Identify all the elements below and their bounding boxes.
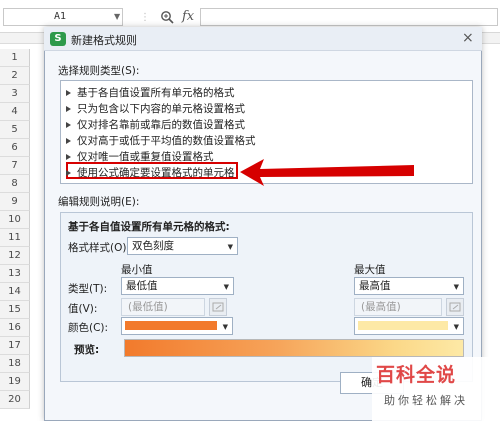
rule-type-item-label: 只为包含以下内容的单元格设置格式 bbox=[77, 103, 245, 115]
range-picker-icon bbox=[212, 302, 224, 312]
row-header[interactable]: 6 bbox=[0, 139, 30, 157]
rule-type-item[interactable]: 仅对排名靠前或靠后的数值设置格式 bbox=[66, 117, 245, 133]
row-header[interactable]: 13 bbox=[0, 265, 30, 283]
chevron-down-icon: ▼ bbox=[453, 323, 459, 331]
max-color-swatch bbox=[358, 321, 448, 330]
zoom-icon[interactable] bbox=[160, 10, 174, 24]
min-color-select[interactable]: ▼ bbox=[121, 317, 233, 335]
annotation-arrow-icon bbox=[240, 159, 414, 186]
row-header[interactable]: 17 bbox=[0, 337, 30, 355]
row-header[interactable]: 1 bbox=[0, 49, 30, 67]
row-header[interactable]: 4 bbox=[0, 103, 30, 121]
formula-input[interactable] bbox=[200, 8, 498, 26]
format-style-label: 格式样式(O): bbox=[68, 242, 130, 254]
color-label: 颜色(C): bbox=[68, 322, 109, 334]
watermark-subtitle: 助你轻松解决 bbox=[384, 394, 468, 407]
row-header[interactable]: 16 bbox=[0, 319, 30, 337]
rule-type-item-label: 仅对高于或低于平均值的数值设置格式 bbox=[77, 135, 256, 147]
edit-rule-heading: 基于各自值设置所有单元格的格式: bbox=[68, 221, 230, 233]
watermark-title: 百科全说 bbox=[376, 364, 457, 386]
toolbar-separator: ⋮ bbox=[140, 12, 150, 23]
row-header[interactable]: 19 bbox=[0, 373, 30, 391]
chevron-down-icon: ▼ bbox=[453, 283, 459, 291]
format-style-select[interactable]: 双色刻度 ▼ bbox=[127, 237, 238, 255]
triangle-right-icon bbox=[66, 106, 71, 112]
row-header[interactable]: 5 bbox=[0, 121, 30, 139]
triangle-right-icon bbox=[66, 170, 71, 176]
name-box-value: A1 bbox=[54, 11, 67, 22]
rule-type-item-label: 使用公式确定要设置格式的单元格 bbox=[77, 167, 235, 179]
edit-rule-label: 编辑规则说明(E): bbox=[58, 196, 140, 208]
max-value-picker-button[interactable] bbox=[446, 298, 464, 316]
chevron-down-icon: ▼ bbox=[222, 323, 228, 331]
rule-type-item[interactable]: 只为包含以下内容的单元格设置格式 bbox=[66, 101, 245, 117]
rule-type-item-formula[interactable]: 使用公式确定要设置格式的单元格 bbox=[66, 165, 235, 181]
row-header[interactable]: 9 bbox=[0, 193, 30, 211]
min-type-value: 最低值 bbox=[126, 280, 158, 292]
row-header[interactable]: 11 bbox=[0, 229, 30, 247]
min-type-select[interactable]: 最低值 ▼ bbox=[121, 277, 234, 295]
row-header[interactable]: 10 bbox=[0, 211, 30, 229]
format-style-value: 双色刻度 bbox=[132, 240, 174, 252]
triangle-right-icon bbox=[66, 122, 71, 128]
chevron-down-icon: ▼ bbox=[227, 243, 233, 251]
max-type-select[interactable]: 最高值 ▼ bbox=[354, 277, 464, 295]
rule-type-item-label: 基于各自值设置所有单元格的格式 bbox=[77, 87, 235, 99]
row-header[interactable]: 2 bbox=[0, 67, 30, 85]
min-column-header: 最小值 bbox=[121, 264, 153, 276]
min-value-input[interactable]: (最低值) bbox=[121, 298, 205, 316]
preview-label: 预览: bbox=[74, 344, 100, 356]
name-box-dropdown-icon[interactable]: ▼ bbox=[114, 12, 120, 21]
rule-type-label: 选择规则类型(S): bbox=[58, 65, 140, 77]
wps-logo-icon: S bbox=[50, 32, 66, 46]
close-button[interactable]: × bbox=[462, 30, 474, 46]
range-picker-icon bbox=[449, 302, 461, 312]
function-icon[interactable]: fx bbox=[182, 9, 194, 24]
max-column-header: 最大值 bbox=[354, 264, 386, 276]
rule-type-item[interactable]: 基于各自值设置所有单元格的格式 bbox=[66, 85, 235, 101]
min-color-swatch bbox=[125, 321, 217, 330]
rule-type-item[interactable]: 仅对高于或低于平均值的数值设置格式 bbox=[66, 133, 256, 149]
max-type-value: 最高值 bbox=[359, 280, 391, 292]
rule-type-item-label: 仅对排名靠前或靠后的数值设置格式 bbox=[77, 119, 245, 131]
min-value-picker-button[interactable] bbox=[209, 298, 227, 316]
value-label: 值(V): bbox=[68, 303, 98, 315]
row-header[interactable]: 18 bbox=[0, 355, 30, 373]
triangle-right-icon bbox=[66, 90, 71, 96]
max-value-input[interactable]: (最高值) bbox=[354, 298, 442, 316]
max-color-select[interactable]: ▼ bbox=[354, 317, 464, 335]
triangle-right-icon bbox=[66, 154, 71, 160]
row-header[interactable]: 15 bbox=[0, 301, 30, 319]
row-header[interactable]: 12 bbox=[0, 247, 30, 265]
row-header[interactable]: 3 bbox=[0, 85, 30, 103]
preview-gradient-bar bbox=[124, 339, 464, 357]
dialog-title: 新建格式规则 bbox=[71, 34, 137, 47]
row-header[interactable]: 7 bbox=[0, 157, 30, 175]
chevron-down-icon: ▼ bbox=[223, 283, 229, 291]
type-label: 类型(T): bbox=[68, 283, 108, 295]
row-header[interactable]: 8 bbox=[0, 175, 30, 193]
triangle-right-icon bbox=[66, 138, 71, 144]
row-header[interactable]: 14 bbox=[0, 283, 30, 301]
row-header[interactable]: 20 bbox=[0, 391, 30, 409]
